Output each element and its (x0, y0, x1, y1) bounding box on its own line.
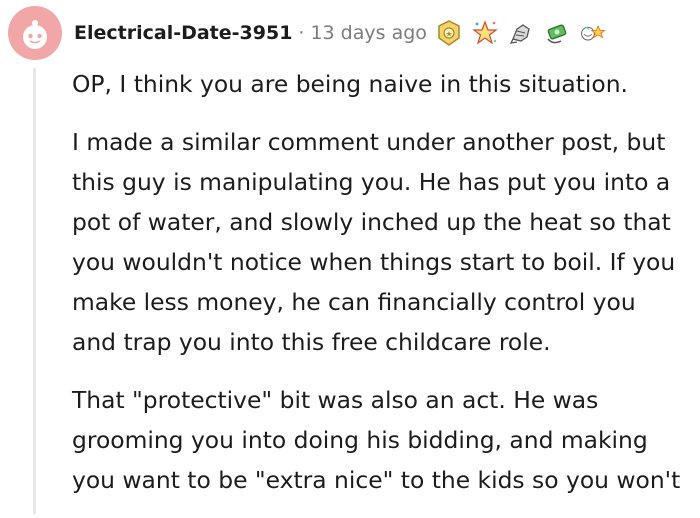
take-my-money-award-icon[interactable] (543, 19, 571, 47)
awards-list[interactable]: ★ (435, 19, 607, 47)
comment-timestamp[interactable]: 13 days ago (310, 22, 426, 44)
silver-hands-award-icon[interactable] (507, 19, 535, 47)
comment-paragraph-2: I made a similar comment under another p… (72, 128, 676, 356)
svg-text:★: ★ (445, 30, 452, 39)
comment-body: OP, I think you are being naive in this … (72, 64, 694, 518)
comment-username[interactable]: Electrical-Date-3951 (74, 22, 292, 44)
helpful-award-icon[interactable]: ★ (435, 19, 463, 47)
comment-paragraph-3: That "protective" bit was also an act. H… (72, 386, 681, 494)
wholesome-award-icon[interactable] (471, 19, 499, 47)
comment-header: Electrical-Date-3951 · 13 days ago ★ (8, 4, 607, 62)
snoo-avatar-icon (23, 20, 47, 49)
thread-line[interactable] (33, 68, 36, 514)
starstruck-award-icon[interactable] (579, 19, 607, 47)
comment-paragraph-1: OP, I think you are being naive in this … (72, 70, 628, 98)
meta-separator: · (298, 22, 305, 44)
user-avatar[interactable] (8, 6, 62, 60)
